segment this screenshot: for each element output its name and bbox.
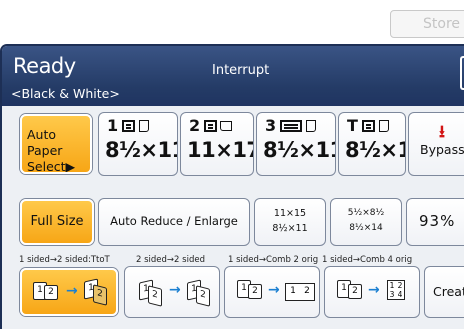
auto-paper-label: Auto Paper Select▶ bbox=[27, 127, 76, 174]
paper-size: 8½×11 bbox=[263, 138, 336, 162]
paper-icon bbox=[220, 121, 233, 131]
create-margin-button[interactable]: Create Margin bbox=[424, 266, 464, 318]
tray-icon bbox=[361, 120, 375, 132]
tray-icon bbox=[122, 120, 136, 132]
tray-t-button[interactable]: T 8½×11 bbox=[338, 112, 406, 176]
paper-icon bbox=[378, 120, 389, 132]
tray-number: T bbox=[347, 116, 358, 135]
combine-4-originals-button[interactable]: 1 2 → 1234 bbox=[324, 266, 420, 318]
duplex-label-2: 2 sided→2 sided bbox=[136, 255, 205, 265]
auto-paper-select-button[interactable]: Auto Paper Select▶ bbox=[20, 114, 92, 174]
duplex-copy-icon: 2 bbox=[196, 285, 210, 307]
store-button[interactable]: Store bbox=[390, 10, 464, 38]
tray-3-button[interactable]: 3 8½×11 bbox=[256, 112, 336, 176]
duplex-original-icon: 2 bbox=[148, 285, 162, 307]
tray-1-button[interactable]: 1 8½×11 bbox=[98, 112, 178, 176]
paper-size: 11×17 bbox=[187, 138, 254, 162]
tray-number: 2 bbox=[189, 116, 201, 135]
reduce-preset-1-button[interactable]: 11×15 8½×11 bbox=[254, 198, 326, 246]
preset-source-size: 5½×8½ bbox=[347, 208, 385, 218]
duplex-label-3: 1 sided→Comb 2 orig bbox=[228, 255, 319, 265]
tray-icon bbox=[280, 120, 303, 132]
full-size-button[interactable]: Full Size bbox=[20, 199, 94, 245]
tray-icon bbox=[204, 120, 218, 132]
bypass-label: Bypass bbox=[420, 142, 464, 157]
tray-number: 3 bbox=[265, 116, 277, 135]
status-header: Ready <Black & White> Interrupt bbox=[2, 46, 464, 106]
duplex-2to2-button[interactable]: 1 2 → 1 2 bbox=[124, 266, 220, 318]
full-size-label: Full Size bbox=[30, 214, 84, 229]
auto-reduce-enlarge-button[interactable]: Auto Reduce / Enlarge bbox=[98, 198, 250, 246]
color-mode-text: <Black & White> bbox=[11, 86, 120, 101]
paper-icon bbox=[139, 120, 150, 132]
arrow-right-icon: → bbox=[66, 283, 78, 299]
preset-target-size: 8½×14 bbox=[349, 223, 383, 233]
arrow-right-icon: → bbox=[169, 282, 181, 298]
status-text: Ready bbox=[13, 54, 76, 78]
original-page-icon: 2 bbox=[248, 284, 262, 299]
copy-count-box bbox=[460, 56, 464, 90]
paper-size: 8½×11 bbox=[105, 138, 178, 162]
paper-size: 8½×11 bbox=[345, 138, 405, 162]
bypass-tray-button[interactable]: ⭳ Bypass bbox=[408, 112, 464, 176]
combined-4up-page-icon: 1234 bbox=[387, 280, 405, 300]
duplex-copy-icon: 2 bbox=[93, 284, 107, 306]
create-margin-label: Create Margin bbox=[433, 284, 464, 299]
ratio-93-label: 93% bbox=[419, 212, 456, 230]
ratio-93-button[interactable]: 93% bbox=[406, 198, 464, 246]
copy-panel: Ready <Black & White> Interrupt Auto Pap… bbox=[0, 44, 464, 329]
preset-source-size: 11×15 bbox=[273, 208, 307, 219]
preset-target-size: 8½×11 bbox=[272, 223, 308, 234]
original-page-icon: 2 bbox=[348, 284, 362, 299]
paper-icon bbox=[306, 120, 317, 132]
auto-reduce-label: Auto Reduce / Enlarge bbox=[110, 214, 238, 228]
duplex-1to2-button[interactable]: 1 2 → 1 2 bbox=[20, 268, 118, 316]
arrow-right-icon: → bbox=[268, 282, 280, 298]
single-sided-original-icon: 2 bbox=[44, 285, 58, 300]
duplex-label-4: 1 sided→Comb 4 orig bbox=[322, 255, 413, 265]
combine-2-originals-button[interactable]: 1 2 → 12 bbox=[224, 266, 320, 318]
combined-page-icon: 12 bbox=[285, 283, 315, 301]
arrow-right-icon: → bbox=[368, 282, 380, 298]
duplex-label-1: 1 sided→2 sided:TtoT bbox=[19, 255, 110, 265]
top-bar: Store bbox=[0, 0, 464, 40]
enlarge-preset-2-button[interactable]: 5½×8½ 8½×14 bbox=[330, 198, 402, 246]
tray-number: 1 bbox=[107, 116, 119, 135]
tray-2-button[interactable]: 2 11×17 bbox=[180, 112, 254, 176]
interrupt-label: Interrupt bbox=[212, 63, 270, 78]
